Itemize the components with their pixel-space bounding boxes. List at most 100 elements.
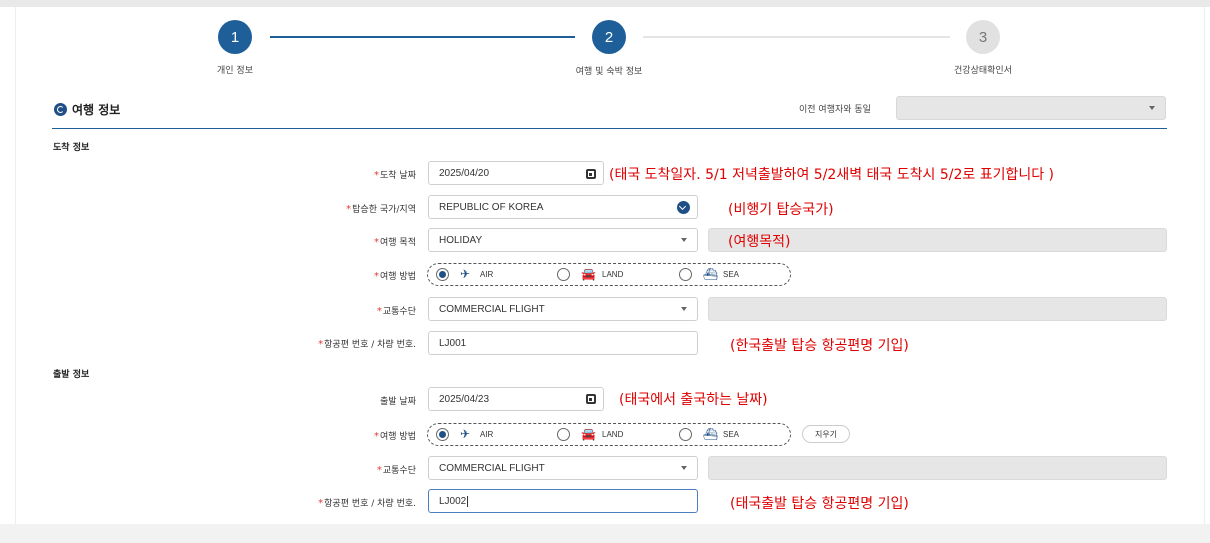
- section-divider: [52, 128, 1167, 129]
- prev-traveler-select[interactable]: [896, 96, 1166, 120]
- calendar-icon[interactable]: [586, 169, 596, 179]
- radio-land[interactable]: [557, 268, 570, 281]
- required-mark: *: [374, 237, 380, 248]
- radio-sea-label: SEA: [723, 270, 740, 279]
- departure-flight-label-text: 항공편 번호 / 차량 번호.: [324, 499, 416, 509]
- calendar-icon[interactable]: [586, 394, 596, 404]
- departure-date-value: 2025/04/23: [439, 393, 490, 405]
- radio-air[interactable]: [436, 268, 449, 281]
- required-mark: *: [318, 339, 324, 350]
- departure-flight-input[interactable]: LJ002: [428, 489, 698, 513]
- departure-date-label-text: 출발 날짜: [380, 397, 416, 407]
- radio-sea[interactable]: [679, 268, 692, 281]
- departure-transport-label: *교통수단: [377, 463, 416, 476]
- chevron-down-icon: [681, 307, 687, 311]
- arrival-flight-label: *항공편 번호 / 차량 번호.: [318, 337, 416, 350]
- arrival-transport-label-text: 교통수단: [382, 307, 416, 317]
- ship-icon: ⛴: [703, 427, 719, 441]
- country-note: (비행기 탑승국가): [728, 202, 834, 218]
- radio-air[interactable]: [436, 428, 449, 441]
- step-3-label: 건강상태확인서: [954, 66, 1012, 76]
- arrival-date-label-text: 도착 날짜: [380, 171, 416, 181]
- page-bottom: [0, 524, 1210, 543]
- departure-method-group: ✈ AIR 🚘 LAND ⛴ SEA: [427, 423, 791, 446]
- step-2-label: 여행 및 숙박 정보: [575, 67, 643, 77]
- departure-date-input[interactable]: 2025/04/23: [428, 387, 604, 411]
- arrival-date-note: (태국 도착일자. 5/1 저녁출발하여 5/2새벽 태국 도착시 5/2로 표…: [609, 167, 1055, 183]
- required-mark: *: [346, 204, 352, 215]
- radio-air-label: AIR: [480, 430, 494, 439]
- chevron-down-icon: [1149, 106, 1155, 110]
- step-1-label: 개인 정보: [217, 66, 253, 76]
- required-mark: *: [318, 498, 324, 509]
- required-mark: *: [374, 431, 380, 442]
- country-value: REPUBLIC OF KOREA: [439, 201, 544, 213]
- country-label: *탑승한 국가/지역: [346, 202, 416, 215]
- purpose-note: (여행목적): [728, 234, 791, 250]
- radio-air-label: AIR: [480, 270, 494, 279]
- arrival-flight-label-text: 항공편 번호 / 차량 번호.: [324, 340, 416, 350]
- chevron-down-circle-icon: [677, 201, 690, 214]
- prev-traveler-label: 이전 여행자와 동일: [799, 105, 871, 115]
- radio-sea-label: SEA: [723, 430, 740, 439]
- step-1-circle[interactable]: 1: [218, 20, 252, 54]
- car-icon: 🚘: [581, 427, 596, 441]
- section-title-text: 여행 정보: [72, 103, 121, 117]
- arrival-flight-note: (한국출발 탑승 항공편명 기입): [730, 338, 909, 354]
- required-mark: *: [374, 271, 380, 282]
- country-label-text: 탑승한 국가/지역: [352, 205, 416, 215]
- arrival-date-value: 2025/04/20: [439, 167, 490, 179]
- step-connector-1: [270, 36, 575, 38]
- car-icon: 🚘: [581, 267, 596, 281]
- departure-date-label: 출발 날짜: [380, 394, 416, 407]
- required-mark: *: [374, 170, 380, 181]
- globe-icon: [54, 103, 67, 116]
- arrival-title: 도착 정보: [53, 143, 90, 153]
- departure-title: 출발 정보: [53, 370, 90, 380]
- country-select[interactable]: REPUBLIC OF KOREA: [428, 195, 698, 219]
- departure-transport-select[interactable]: COMMERCIAL FLIGHT: [428, 456, 698, 480]
- step-connector-2: [643, 36, 950, 38]
- departure-transport-value: COMMERCIAL FLIGHT: [439, 462, 545, 474]
- departure-method-label-text: 여행 방법: [380, 432, 416, 442]
- arrival-method-group: ✈ AIR 🚘 LAND ⛴ SEA: [427, 263, 791, 286]
- arrival-date-label: *도착 날짜: [374, 168, 416, 181]
- arrival-transport-value: COMMERCIAL FLIGHT: [439, 303, 545, 315]
- required-mark: *: [376, 465, 382, 476]
- ship-icon: ⛴: [703, 267, 719, 281]
- step-2-circle[interactable]: 2: [592, 20, 626, 54]
- purpose-label: *여행 목적: [374, 235, 416, 248]
- departure-date-note: (태국에서 출국하는 날짜): [619, 392, 768, 408]
- text-cursor: [467, 495, 469, 507]
- arrival-method-label: *여행 방법: [374, 269, 416, 282]
- arrival-transport-select[interactable]: COMMERCIAL FLIGHT: [428, 297, 698, 321]
- chevron-down-icon: [681, 466, 687, 470]
- top-bar: [0, 0, 1210, 7]
- arrival-method-label-text: 여행 방법: [380, 272, 416, 282]
- departure-transport-extra-field[interactable]: [708, 456, 1167, 480]
- required-mark: *: [376, 306, 382, 317]
- radio-land-label: LAND: [602, 430, 624, 439]
- section-title: 여행 정보: [54, 101, 120, 118]
- radio-land-label: LAND: [602, 270, 624, 279]
- clear-button[interactable]: 지우기: [802, 425, 850, 443]
- airplane-icon: ✈: [460, 267, 471, 281]
- airplane-icon: ✈: [460, 427, 471, 441]
- radio-sea[interactable]: [679, 428, 692, 441]
- arrival-transport-label: *교통수단: [377, 304, 416, 317]
- arrival-flight-value: LJ001: [439, 337, 467, 349]
- arrival-transport-extra-field[interactable]: [708, 297, 1167, 321]
- departure-method-label: *여행 방법: [374, 429, 416, 442]
- departure-transport-label-text: 교통수단: [382, 466, 416, 476]
- radio-land[interactable]: [557, 428, 570, 441]
- chevron-down-icon: [681, 238, 687, 242]
- departure-flight-label: *항공편 번호 / 차량 번호.: [318, 496, 416, 509]
- purpose-label-text: 여행 목적: [380, 238, 416, 248]
- departure-flight-value: LJ002: [439, 495, 467, 507]
- purpose-select[interactable]: HOLIDAY: [428, 228, 698, 252]
- arrival-date-input[interactable]: 2025/04/20: [428, 161, 604, 185]
- purpose-value: HOLIDAY: [439, 234, 483, 246]
- departure-flight-note: (태국출발 탑승 항공편명 기입): [730, 496, 909, 512]
- step-3-circle[interactable]: 3: [966, 20, 1000, 54]
- arrival-flight-input[interactable]: LJ001: [428, 331, 698, 355]
